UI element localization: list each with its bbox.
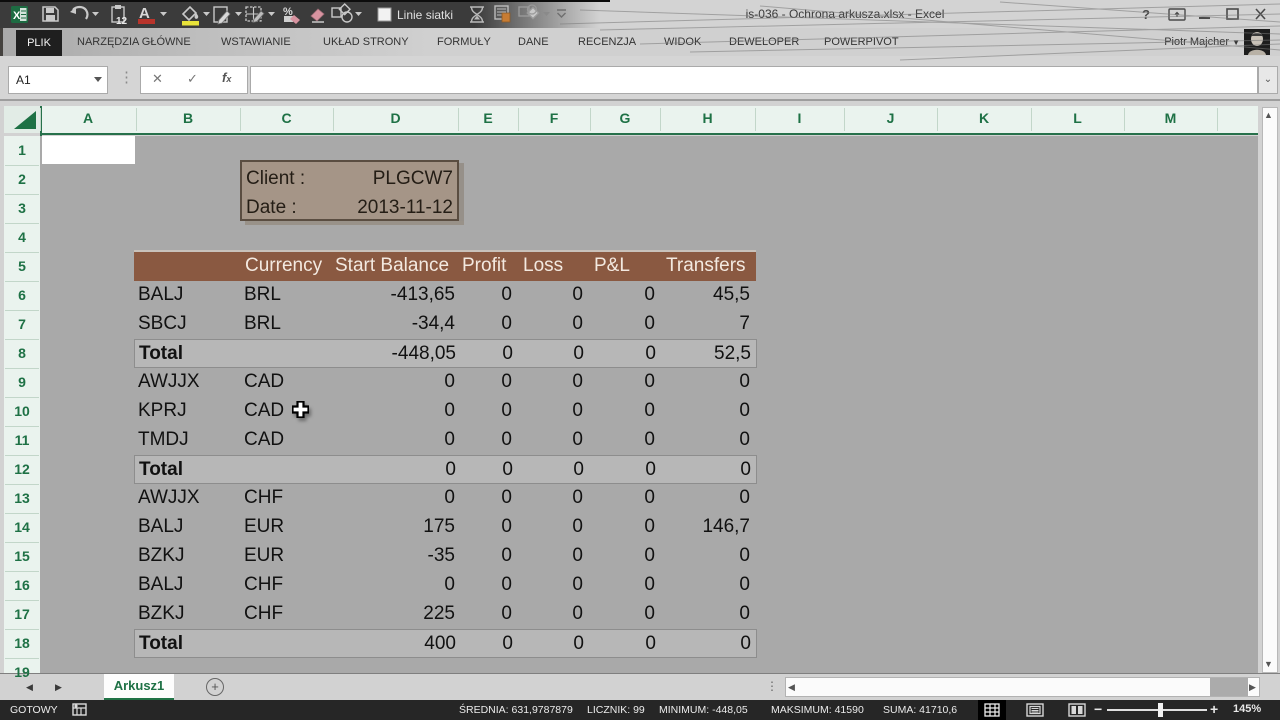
svg-text:X: X bbox=[13, 10, 21, 22]
svg-text:12: 12 bbox=[116, 16, 128, 27]
svg-text:Linie siatki: Linie siatki bbox=[397, 8, 453, 22]
